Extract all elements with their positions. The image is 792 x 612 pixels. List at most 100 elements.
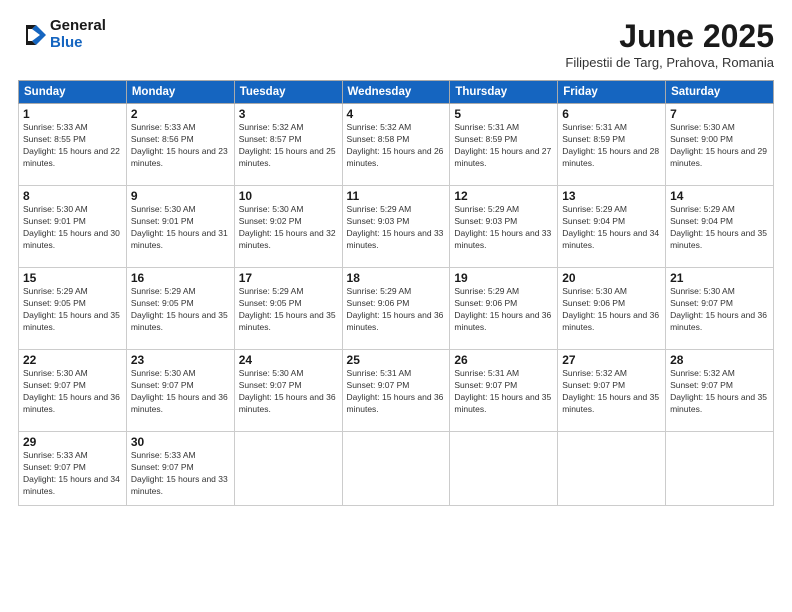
calendar-cell: 23Sunrise: 5:30 AMSunset: 9:07 PMDayligh… <box>126 350 234 432</box>
calendar-cell: 28Sunrise: 5:32 AMSunset: 9:07 PMDayligh… <box>666 350 774 432</box>
day-info: Sunrise: 5:32 AMSunset: 9:07 PMDaylight:… <box>670 368 767 414</box>
day-number: 11 <box>347 189 446 203</box>
calendar-cell: 17Sunrise: 5:29 AMSunset: 9:05 PMDayligh… <box>234 268 342 350</box>
day-number: 10 <box>239 189 338 203</box>
calendar-cell: 25Sunrise: 5:31 AMSunset: 9:07 PMDayligh… <box>342 350 450 432</box>
day-number: 21 <box>670 271 769 285</box>
calendar-row-1: 1Sunrise: 5:33 AMSunset: 8:55 PMDaylight… <box>19 104 774 186</box>
calendar-cell: 27Sunrise: 5:32 AMSunset: 9:07 PMDayligh… <box>558 350 666 432</box>
logo-text: General Blue <box>50 18 106 51</box>
calendar-cell: 9Sunrise: 5:30 AMSunset: 9:01 PMDaylight… <box>126 186 234 268</box>
day-info: Sunrise: 5:30 AMSunset: 9:06 PMDaylight:… <box>562 286 659 332</box>
day-number: 20 <box>562 271 661 285</box>
calendar-cell: 5Sunrise: 5:31 AMSunset: 8:59 PMDaylight… <box>450 104 558 186</box>
calendar-cell: 13Sunrise: 5:29 AMSunset: 9:04 PMDayligh… <box>558 186 666 268</box>
calendar-cell: 20Sunrise: 5:30 AMSunset: 9:06 PMDayligh… <box>558 268 666 350</box>
day-info: Sunrise: 5:29 AMSunset: 9:03 PMDaylight:… <box>347 204 444 250</box>
calendar-cell: 8Sunrise: 5:30 AMSunset: 9:01 PMDaylight… <box>19 186 127 268</box>
day-info: Sunrise: 5:32 AMSunset: 8:58 PMDaylight:… <box>347 122 444 168</box>
calendar-cell: 19Sunrise: 5:29 AMSunset: 9:06 PMDayligh… <box>450 268 558 350</box>
calendar-header-row: Sunday Monday Tuesday Wednesday Thursday… <box>19 81 774 104</box>
day-info: Sunrise: 5:31 AMSunset: 8:59 PMDaylight:… <box>562 122 659 168</box>
day-number: 25 <box>347 353 446 367</box>
day-number: 12 <box>454 189 553 203</box>
calendar-table: Sunday Monday Tuesday Wednesday Thursday… <box>18 80 774 506</box>
day-number: 22 <box>23 353 122 367</box>
calendar-cell: 7Sunrise: 5:30 AMSunset: 9:00 PMDaylight… <box>666 104 774 186</box>
day-number: 23 <box>131 353 230 367</box>
calendar-row-4: 22Sunrise: 5:30 AMSunset: 9:07 PMDayligh… <box>19 350 774 432</box>
month-title: June 2025 <box>565 18 774 55</box>
calendar-cell: 2Sunrise: 5:33 AMSunset: 8:56 PMDaylight… <box>126 104 234 186</box>
logo-general-text: General <box>50 18 106 35</box>
header-thursday: Thursday <box>450 81 558 104</box>
day-number: 6 <box>562 107 661 121</box>
calendar-cell: 4Sunrise: 5:32 AMSunset: 8:58 PMDaylight… <box>342 104 450 186</box>
header-monday: Monday <box>126 81 234 104</box>
day-info: Sunrise: 5:33 AMSunset: 9:07 PMDaylight:… <box>23 450 120 496</box>
title-section: June 2025 Filipestii de Targ, Prahova, R… <box>565 18 774 70</box>
calendar-cell: 6Sunrise: 5:31 AMSunset: 8:59 PMDaylight… <box>558 104 666 186</box>
day-info: Sunrise: 5:29 AMSunset: 9:03 PMDaylight:… <box>454 204 551 250</box>
day-number: 29 <box>23 435 122 449</box>
day-info: Sunrise: 5:29 AMSunset: 9:05 PMDaylight:… <box>131 286 228 332</box>
calendar-cell: 18Sunrise: 5:29 AMSunset: 9:06 PMDayligh… <box>342 268 450 350</box>
calendar-cell: 24Sunrise: 5:30 AMSunset: 9:07 PMDayligh… <box>234 350 342 432</box>
day-number: 16 <box>131 271 230 285</box>
day-number: 9 <box>131 189 230 203</box>
calendar-cell: 3Sunrise: 5:32 AMSunset: 8:57 PMDaylight… <box>234 104 342 186</box>
calendar-row-5: 29Sunrise: 5:33 AMSunset: 9:07 PMDayligh… <box>19 432 774 506</box>
day-number: 1 <box>23 107 122 121</box>
day-number: 17 <box>239 271 338 285</box>
calendar-cell <box>234 432 342 506</box>
logo: General Blue <box>18 18 106 51</box>
header-saturday: Saturday <box>666 81 774 104</box>
page: General Blue June 2025 Filipestii de Tar… <box>0 0 792 612</box>
calendar-cell: 14Sunrise: 5:29 AMSunset: 9:04 PMDayligh… <box>666 186 774 268</box>
header-sunday: Sunday <box>19 81 127 104</box>
day-number: 4 <box>347 107 446 121</box>
day-info: Sunrise: 5:30 AMSunset: 9:07 PMDaylight:… <box>131 368 228 414</box>
day-info: Sunrise: 5:33 AMSunset: 8:55 PMDaylight:… <box>23 122 120 168</box>
day-number: 5 <box>454 107 553 121</box>
location: Filipestii de Targ, Prahova, Romania <box>565 55 774 70</box>
day-number: 7 <box>670 107 769 121</box>
day-info: Sunrise: 5:32 AMSunset: 9:07 PMDaylight:… <box>562 368 659 414</box>
calendar-cell: 26Sunrise: 5:31 AMSunset: 9:07 PMDayligh… <box>450 350 558 432</box>
calendar-cell <box>558 432 666 506</box>
day-number: 13 <box>562 189 661 203</box>
calendar-cell: 30Sunrise: 5:33 AMSunset: 9:07 PMDayligh… <box>126 432 234 506</box>
day-info: Sunrise: 5:30 AMSunset: 9:01 PMDaylight:… <box>23 204 120 250</box>
calendar-cell: 1Sunrise: 5:33 AMSunset: 8:55 PMDaylight… <box>19 104 127 186</box>
day-info: Sunrise: 5:33 AMSunset: 8:56 PMDaylight:… <box>131 122 228 168</box>
day-number: 28 <box>670 353 769 367</box>
logo-blue-text: Blue <box>50 35 106 52</box>
header-friday: Friday <box>558 81 666 104</box>
day-info: Sunrise: 5:32 AMSunset: 8:57 PMDaylight:… <box>239 122 336 168</box>
day-info: Sunrise: 5:31 AMSunset: 9:07 PMDaylight:… <box>347 368 444 414</box>
day-info: Sunrise: 5:29 AMSunset: 9:04 PMDaylight:… <box>670 204 767 250</box>
day-info: Sunrise: 5:30 AMSunset: 9:07 PMDaylight:… <box>239 368 336 414</box>
day-info: Sunrise: 5:30 AMSunset: 9:01 PMDaylight:… <box>131 204 228 250</box>
day-info: Sunrise: 5:33 AMSunset: 9:07 PMDaylight:… <box>131 450 228 496</box>
calendar-cell <box>342 432 450 506</box>
calendar-cell: 29Sunrise: 5:33 AMSunset: 9:07 PMDayligh… <box>19 432 127 506</box>
calendar-row-3: 15 Sunrise: 5:29 AMSunset: 9:05 PMDayligh… <box>19 268 774 350</box>
day-info: Sunrise: 5:31 AMSunset: 9:07 PMDaylight:… <box>454 368 551 414</box>
day-info: Sunrise: 5:31 AMSunset: 8:59 PMDaylight:… <box>454 122 551 168</box>
calendar-cell: 11Sunrise: 5:29 AMSunset: 9:03 PMDayligh… <box>342 186 450 268</box>
header: General Blue June 2025 Filipestii de Tar… <box>18 18 774 70</box>
day-number: 8 <box>23 189 122 203</box>
day-info: Sunrise: 5:29 AMSunset: 9:04 PMDaylight:… <box>562 204 659 250</box>
calendar-cell: 10Sunrise: 5:30 AMSunset: 9:02 PMDayligh… <box>234 186 342 268</box>
day-info: Sunrise: 5:29 AMSunset: 9:06 PMDaylight:… <box>454 286 551 332</box>
day-info: Sunrise: 5:29 AMSunset: 9:05 PMDaylight:… <box>239 286 336 332</box>
day-info: Sunrise: 5:30 AMSunset: 9:00 PMDaylight:… <box>670 122 767 168</box>
day-number: 19 <box>454 271 553 285</box>
day-number: 18 <box>347 271 446 285</box>
day-number: 27 <box>562 353 661 367</box>
day-number: 3 <box>239 107 338 121</box>
day-number: 15 <box>23 271 122 285</box>
calendar-cell <box>666 432 774 506</box>
day-info: Sunrise: 5:30 AMSunset: 9:07 PMDaylight:… <box>23 368 120 414</box>
